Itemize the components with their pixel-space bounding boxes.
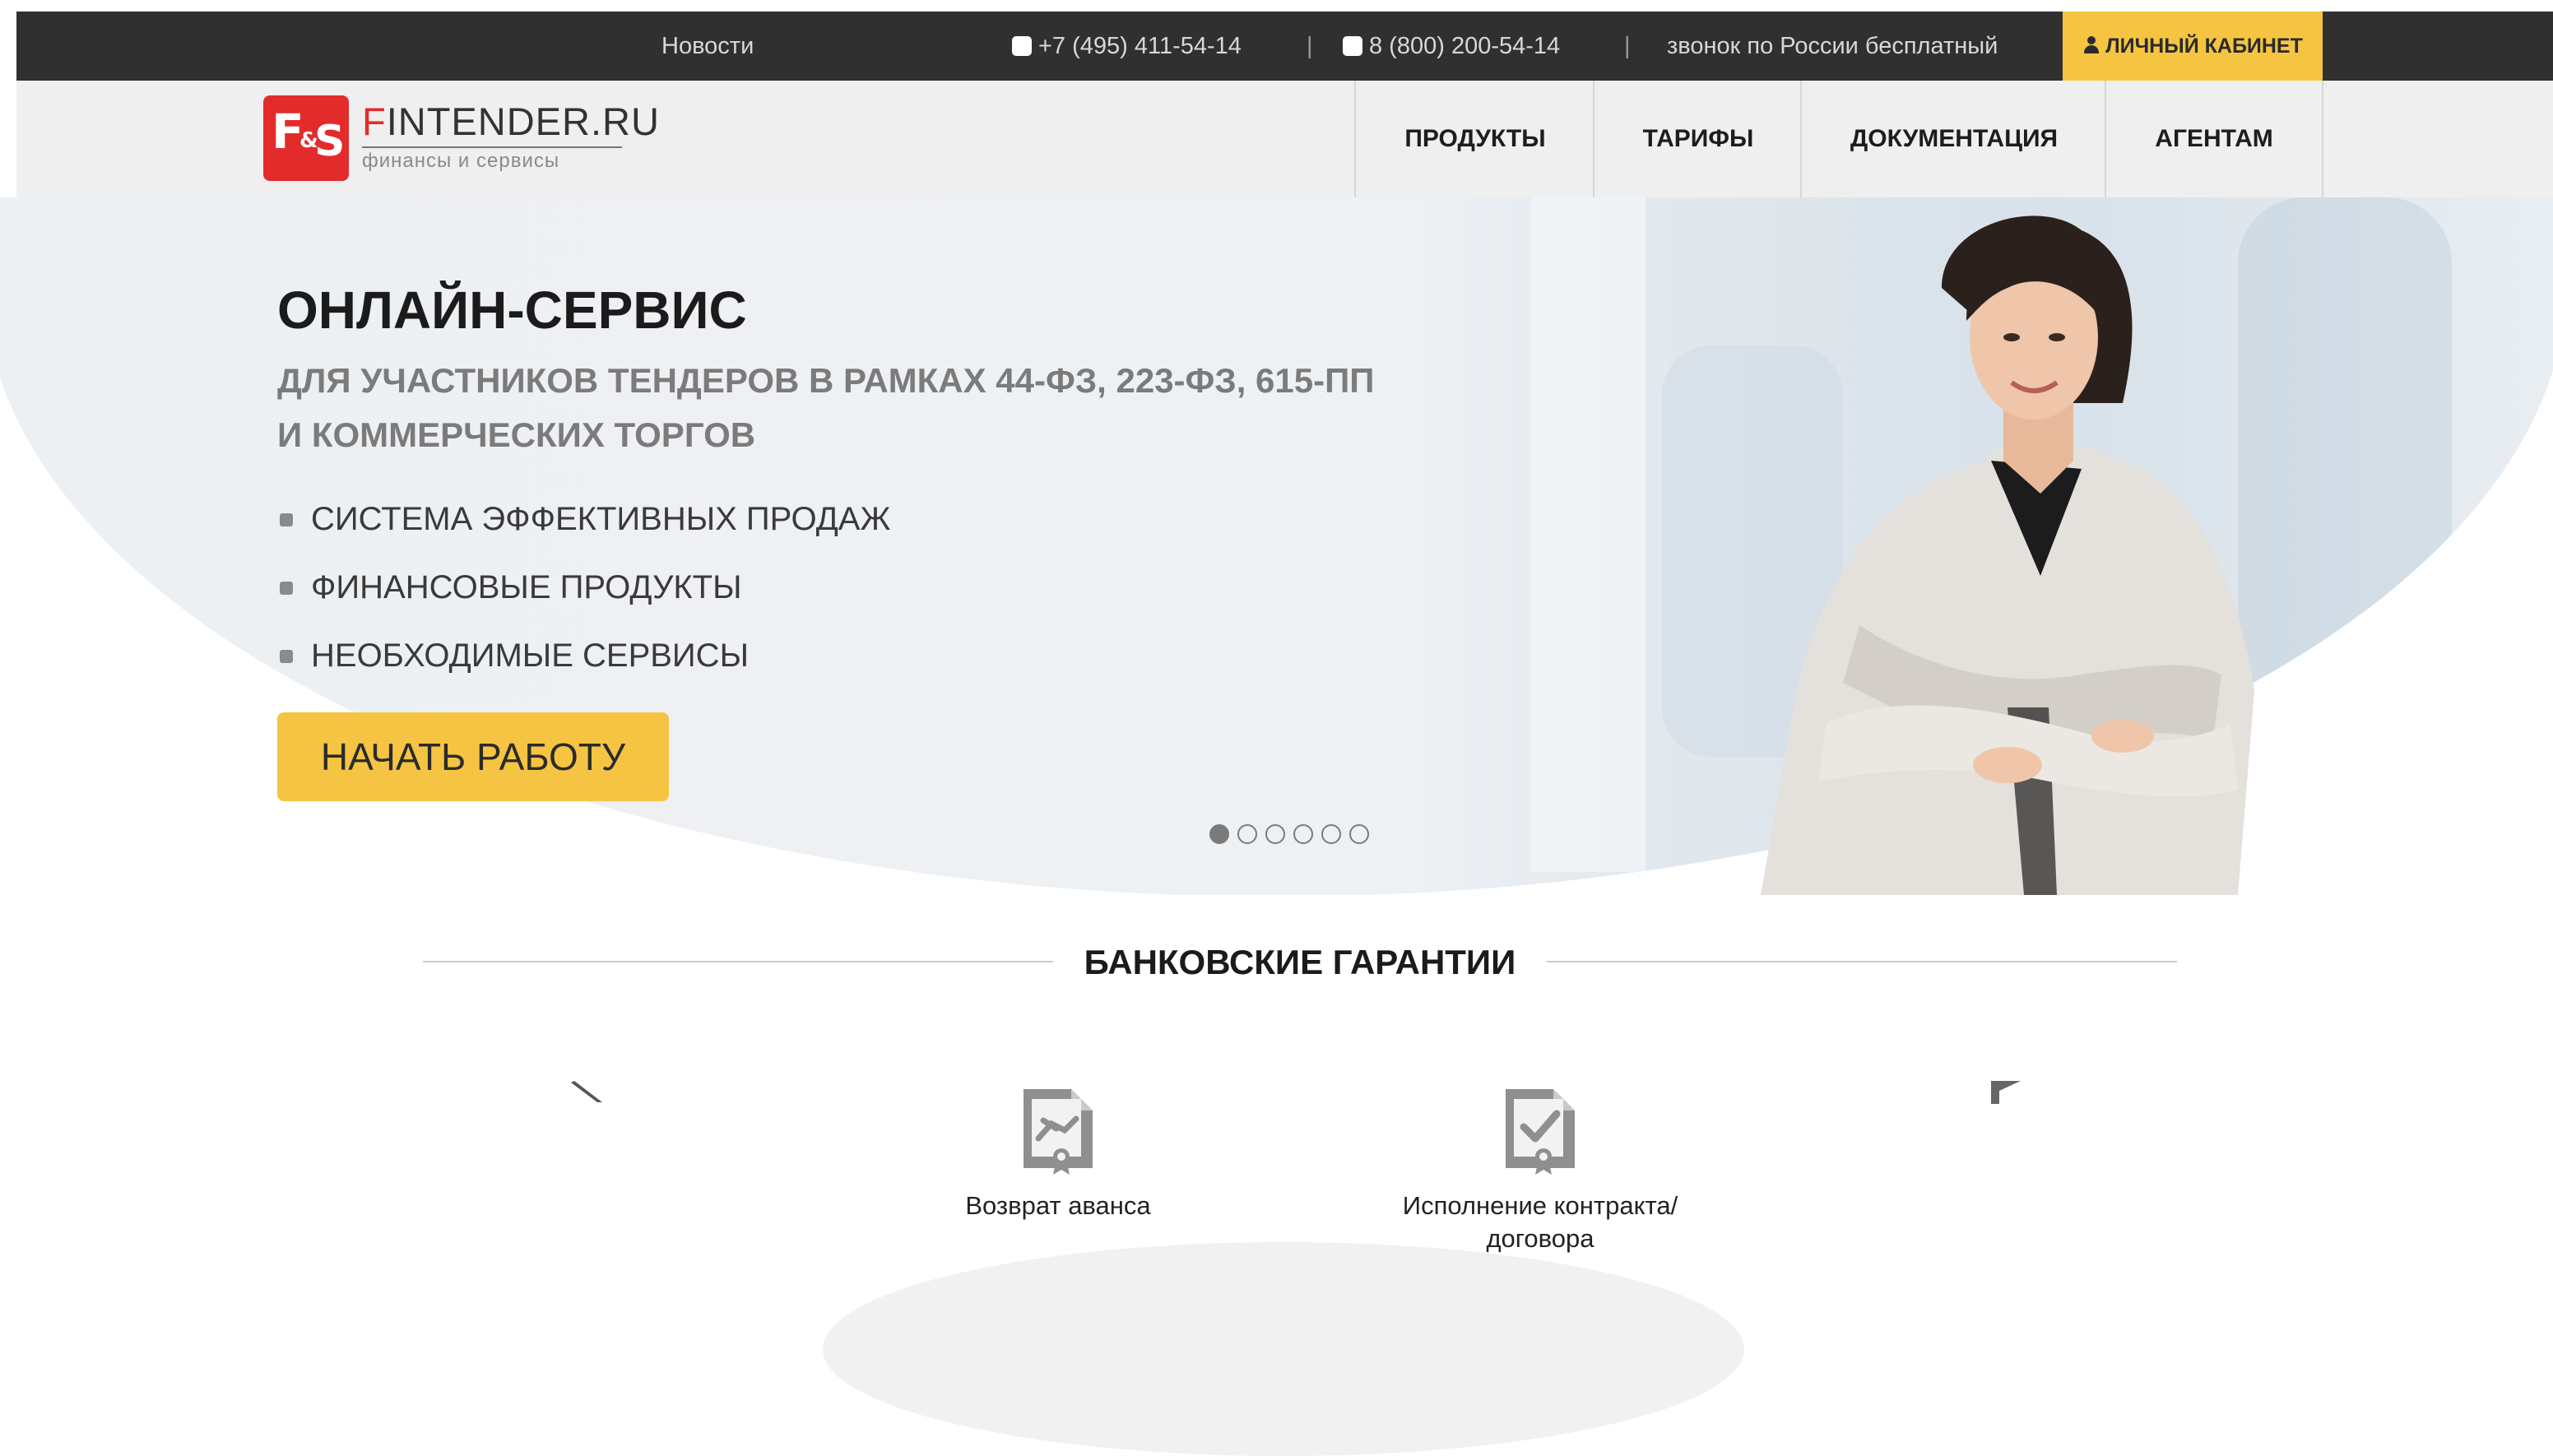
- logo-subtitle: финансы и сервисы: [362, 150, 560, 172]
- free-call-note: звонок по России бесплатный: [1667, 33, 1998, 59]
- slider-dot-2[interactable]: [1237, 824, 1257, 844]
- phone-moscow-number: +7 (495) 411-54-14: [1038, 33, 1242, 59]
- hero-subtitle: ДЛЯ УЧАСТНИКОВ ТЕНДЕРОВ В РАМКАХ 44-ФЗ, …: [277, 354, 1429, 462]
- slider-dots: [1209, 824, 1377, 849]
- carousel-icon-fragment-left: [571, 1081, 602, 1102]
- phone-moscow[interactable]: +7 (495) 411-54-14: [1012, 12, 1242, 102]
- card-label-line2: договора: [1486, 1224, 1594, 1253]
- news-link[interactable]: Новости: [661, 12, 754, 81]
- document-checkmark-icon: [1506, 1089, 1575, 1175]
- section-divider-left: [423, 961, 1053, 962]
- bullet-icon: [280, 650, 293, 663]
- feature-item: СИСТЕМА ЭФФЕКТИВНЫХ ПРОДАЖ: [280, 485, 890, 554]
- bullet-icon: [280, 513, 293, 526]
- section-divider-right: [1547, 961, 2177, 962]
- carousel-icon-fragment-right: [1991, 1081, 2021, 1104]
- feature-item: ФИНАНСОВЫЕ ПРОДУКТЫ: [280, 554, 890, 622]
- hero-subtitle-line1: ДЛЯ УЧАСТНИКОВ ТЕНДЕРОВ В РАМКАХ 44-ФЗ, …: [277, 361, 1375, 400]
- logo-wordmark: FINTENDER.RU: [362, 100, 660, 143]
- hero-feature-list: СИСТЕМА ЭФФЕКТИВНЫХ ПРОДАЖ ФИНАНСОВЫЕ ПР…: [280, 485, 890, 690]
- nav-agents[interactable]: АГЕНТАМ: [2105, 81, 2323, 197]
- hero-subtitle-line2: И КОММЕРЧЕСКИХ ТОРГОВ: [277, 415, 756, 454]
- bullet-icon: [280, 582, 293, 595]
- separator: |: [1624, 33, 1631, 59]
- card-label: Исполнение контракта/ договора: [1343, 1189, 1738, 1255]
- card-label-line1: Исполнение контракта/: [1402, 1191, 1678, 1220]
- phone-icon: [1343, 33, 1366, 102]
- top-bar: Новости +7 (495) 411-54-14 | 8 (800) 200…: [16, 12, 2553, 102]
- slider-dot-5[interactable]: [1321, 824, 1341, 844]
- logo-mark-icon: F & S: [263, 95, 349, 181]
- hero-title: ОНЛАЙН-СЕРВИС: [277, 281, 747, 340]
- separator: |: [1307, 33, 1313, 59]
- businesswoman-image: [1761, 216, 2254, 895]
- logo-underline: [362, 146, 622, 148]
- section-title: БАНКОВСКИЕ ГАРАНТИИ: [1084, 943, 1516, 981]
- guarantee-card-advance[interactable]: Возврат аванса: [861, 1081, 1256, 1222]
- site-logo[interactable]: F & S FINTENDER.RU финансы и сервисы: [263, 95, 659, 186]
- card-label: Возврат аванса: [965, 1191, 1151, 1220]
- nav-tariffs[interactable]: ТАРИФЫ: [1593, 81, 1802, 197]
- main-navbar: F & S FINTENDER.RU финансы и сервисы ПРО…: [16, 81, 2553, 199]
- slider-dot-6[interactable]: [1349, 824, 1369, 844]
- nav-documentation[interactable]: ДОКУМЕНТАЦИЯ: [1800, 81, 2106, 197]
- phone-free-number: 8 (800) 200-54-14: [1369, 33, 1561, 59]
- decorative-arc: [823, 1242, 1744, 1456]
- phone-icon: [1012, 33, 1035, 102]
- slider-dot-4[interactable]: [1293, 824, 1313, 844]
- phone-free[interactable]: 8 (800) 200-54-14: [1343, 12, 1561, 102]
- slider-dot-3[interactable]: [1265, 824, 1285, 844]
- start-work-button[interactable]: НАЧАТЬ РАБОТУ: [277, 712, 669, 801]
- hero-slider: ОНЛАЙН-СЕРВИС ДЛЯ УЧАСТНИКОВ ТЕНДЕРОВ В …: [0, 197, 2553, 895]
- document-handshake-icon: [1024, 1089, 1093, 1175]
- personal-cabinet-button[interactable]: ЛИЧНЫЙ КАБИНЕТ: [2063, 12, 2323, 81]
- feature-item: НЕОБХОДИМЫЕ СЕРВИСЫ: [280, 622, 890, 690]
- personal-cabinet-label: ЛИЧНЫЙ КАБИНЕТ: [2105, 35, 2303, 58]
- nav-products[interactable]: ПРОДУКТЫ: [1354, 81, 1594, 197]
- user-icon: [2082, 36, 2100, 54]
- guarantee-card-contract[interactable]: Исполнение контракта/ договора: [1343, 1081, 1738, 1255]
- slider-dot-1[interactable]: [1209, 824, 1229, 844]
